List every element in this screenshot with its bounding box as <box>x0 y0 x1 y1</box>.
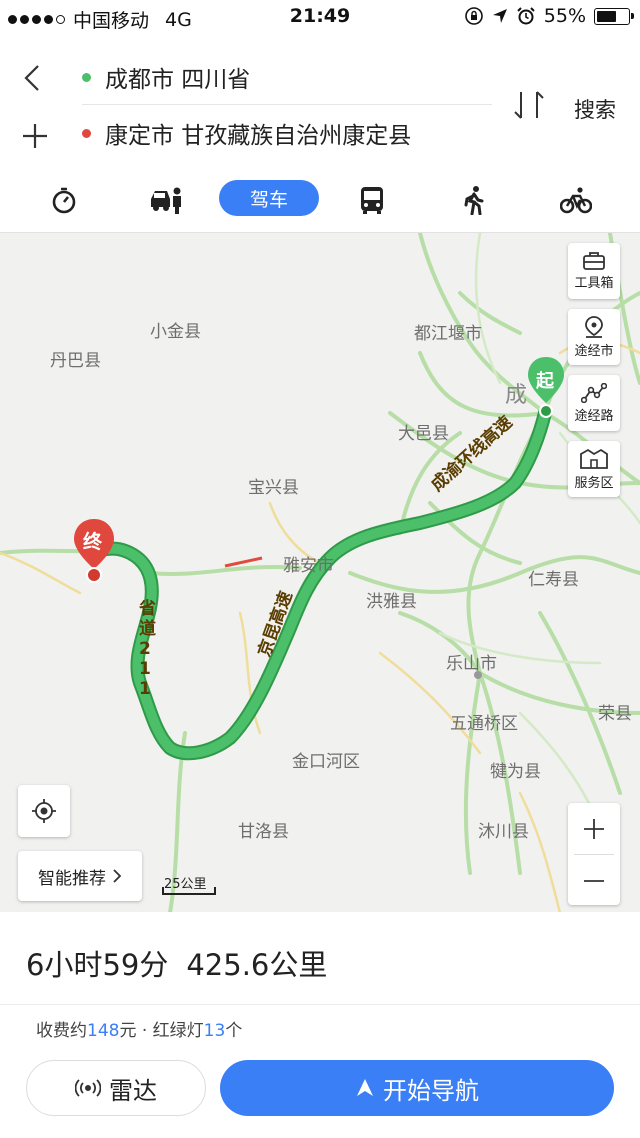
walk-icon[interactable] <box>454 180 494 220</box>
via-road-label: 途经路 <box>574 408 614 424</box>
destination-label: 康定市 甘孜藏族自治州康定县 <box>105 123 412 149</box>
map-view[interactable]: 小金县 丹巴县 都江堰市 成 大邑县 宝兴县 雅安市 洪雅县 仁寿县 乐山市 五… <box>0 232 640 912</box>
map-place-label: 荣县 <box>598 704 632 724</box>
smart-recommend-label: 智能推荐 <box>38 868 106 889</box>
swap-icon[interactable] <box>512 88 546 122</box>
map-place-label: 都江堰市 <box>414 324 482 344</box>
stopwatch-icon[interactable] <box>44 180 84 220</box>
destination-field[interactable]: 康定市 甘孜藏族自治州康定县 <box>82 116 411 150</box>
zoom-in-icon[interactable] <box>568 803 620 854</box>
toll-value: 148 <box>87 1021 120 1041</box>
map-scale: 25公里 <box>162 873 216 899</box>
service-area-label: 服务区 <box>574 475 614 491</box>
crosshair-icon <box>32 799 56 823</box>
destination-dot-icon <box>82 128 91 138</box>
origin-label: 成都市 四川省 <box>105 67 251 93</box>
traffic-lights-value: 13 <box>203 1021 226 1041</box>
route-summary-panel[interactable]: 6小时59分 425.6公里 收费约148元 · 红绿灯13个 雷达 开始导航 <box>0 912 640 1138</box>
zoom-controls <box>568 803 620 905</box>
search-button[interactable]: 搜索 <box>574 94 616 124</box>
map-place-label: 成 <box>505 383 528 408</box>
scale-bar <box>162 887 216 895</box>
route-summary: 6小时59分 425.6公里 <box>26 942 327 984</box>
route-meta: 收费约148元 · 红绿灯13个 <box>36 1016 242 1041</box>
route-distance: 425.6公里 <box>186 948 328 982</box>
toll-unit: 元 · 红绿灯 <box>119 1021 204 1041</box>
locate-button[interactable] <box>18 785 70 837</box>
map-place-label: 洪雅县 <box>366 592 417 612</box>
map-place-label: 宝兴县 <box>248 478 299 498</box>
map-place-label: 金口河区 <box>292 752 360 772</box>
map-place-label: 犍为县 <box>490 762 541 782</box>
route-duration: 6小时59分 <box>26 948 169 982</box>
divider <box>82 104 492 105</box>
map-place-label: 沐川县 <box>478 822 529 842</box>
service-area-icon <box>580 448 608 469</box>
start-marker-label: 起 <box>536 371 554 392</box>
toll-prefix: 收费约 <box>36 1021 87 1041</box>
battery-icon <box>594 7 634 25</box>
smart-recommend-button[interactable]: 智能推荐 <box>18 851 142 901</box>
bus-icon[interactable] <box>352 180 392 220</box>
map-place-label: 乐山市 <box>446 654 497 674</box>
city-pin-icon <box>585 315 603 338</box>
battery-percent: 55% <box>543 5 586 27</box>
toolbox-label: 工具箱 <box>574 275 614 291</box>
map-place-label: 雅安市 <box>283 556 334 576</box>
orientation-lock-icon <box>464 7 483 25</box>
alarm-icon <box>517 7 535 25</box>
start-navigation-button[interactable]: 开始导航 <box>220 1060 614 1116</box>
divider <box>0 1004 640 1005</box>
zoom-out-icon[interactable] <box>568 855 620 906</box>
start-navigation-label: 开始导航 <box>383 1076 479 1105</box>
origin-dot-icon <box>82 72 91 82</box>
end-marker-label: 终 <box>83 531 103 553</box>
status-bar: 中国移动 4G 21:49 55% <box>0 0 640 36</box>
traffic-lights-unit: 个 <box>225 1021 243 1041</box>
map-place-label: 五通桥区 <box>450 714 518 734</box>
travel-mode-tabs: 驾车 <box>0 172 640 224</box>
map-place-label: 小金县 <box>150 322 201 342</box>
add-waypoint-icon[interactable] <box>20 116 50 156</box>
via-city-button[interactable]: 途经市 <box>568 309 620 365</box>
radar-icon <box>75 1079 101 1097</box>
toolbox-icon <box>583 251 605 270</box>
map-place-label: 甘洛县 <box>238 822 289 842</box>
tab-drive-label: 驾车 <box>249 188 288 211</box>
radar-button[interactable]: 雷达 <box>26 1060 206 1116</box>
navigation-arrow-icon <box>357 1079 373 1096</box>
origin-field[interactable]: 成都市 四川省 <box>82 60 250 94</box>
toolbox-button[interactable]: 工具箱 <box>568 243 620 299</box>
map-place-label: 仁寿县 <box>528 570 579 590</box>
road-label-s211: 省道211 <box>139 599 156 699</box>
chevron-right-icon <box>113 869 122 883</box>
via-road-button[interactable]: 途经路 <box>568 375 620 431</box>
route-header: 成都市 四川省 康定市 甘孜藏族自治州康定县 搜索 <box>0 44 640 168</box>
bike-icon[interactable] <box>556 180 596 220</box>
tab-drive[interactable]: 驾车 <box>219 180 319 216</box>
service-area-button[interactable]: 服务区 <box>568 441 620 497</box>
taxi-icon[interactable] <box>146 180 186 220</box>
back-icon[interactable] <box>18 58 48 98</box>
map-place-label: 大邑县 <box>398 424 449 444</box>
route-graph-icon <box>581 382 607 403</box>
map-place-label: 丹巴县 <box>50 351 101 371</box>
location-arrow-icon <box>492 9 507 23</box>
via-city-label: 途经市 <box>574 343 614 359</box>
radar-label: 雷达 <box>109 1076 157 1105</box>
